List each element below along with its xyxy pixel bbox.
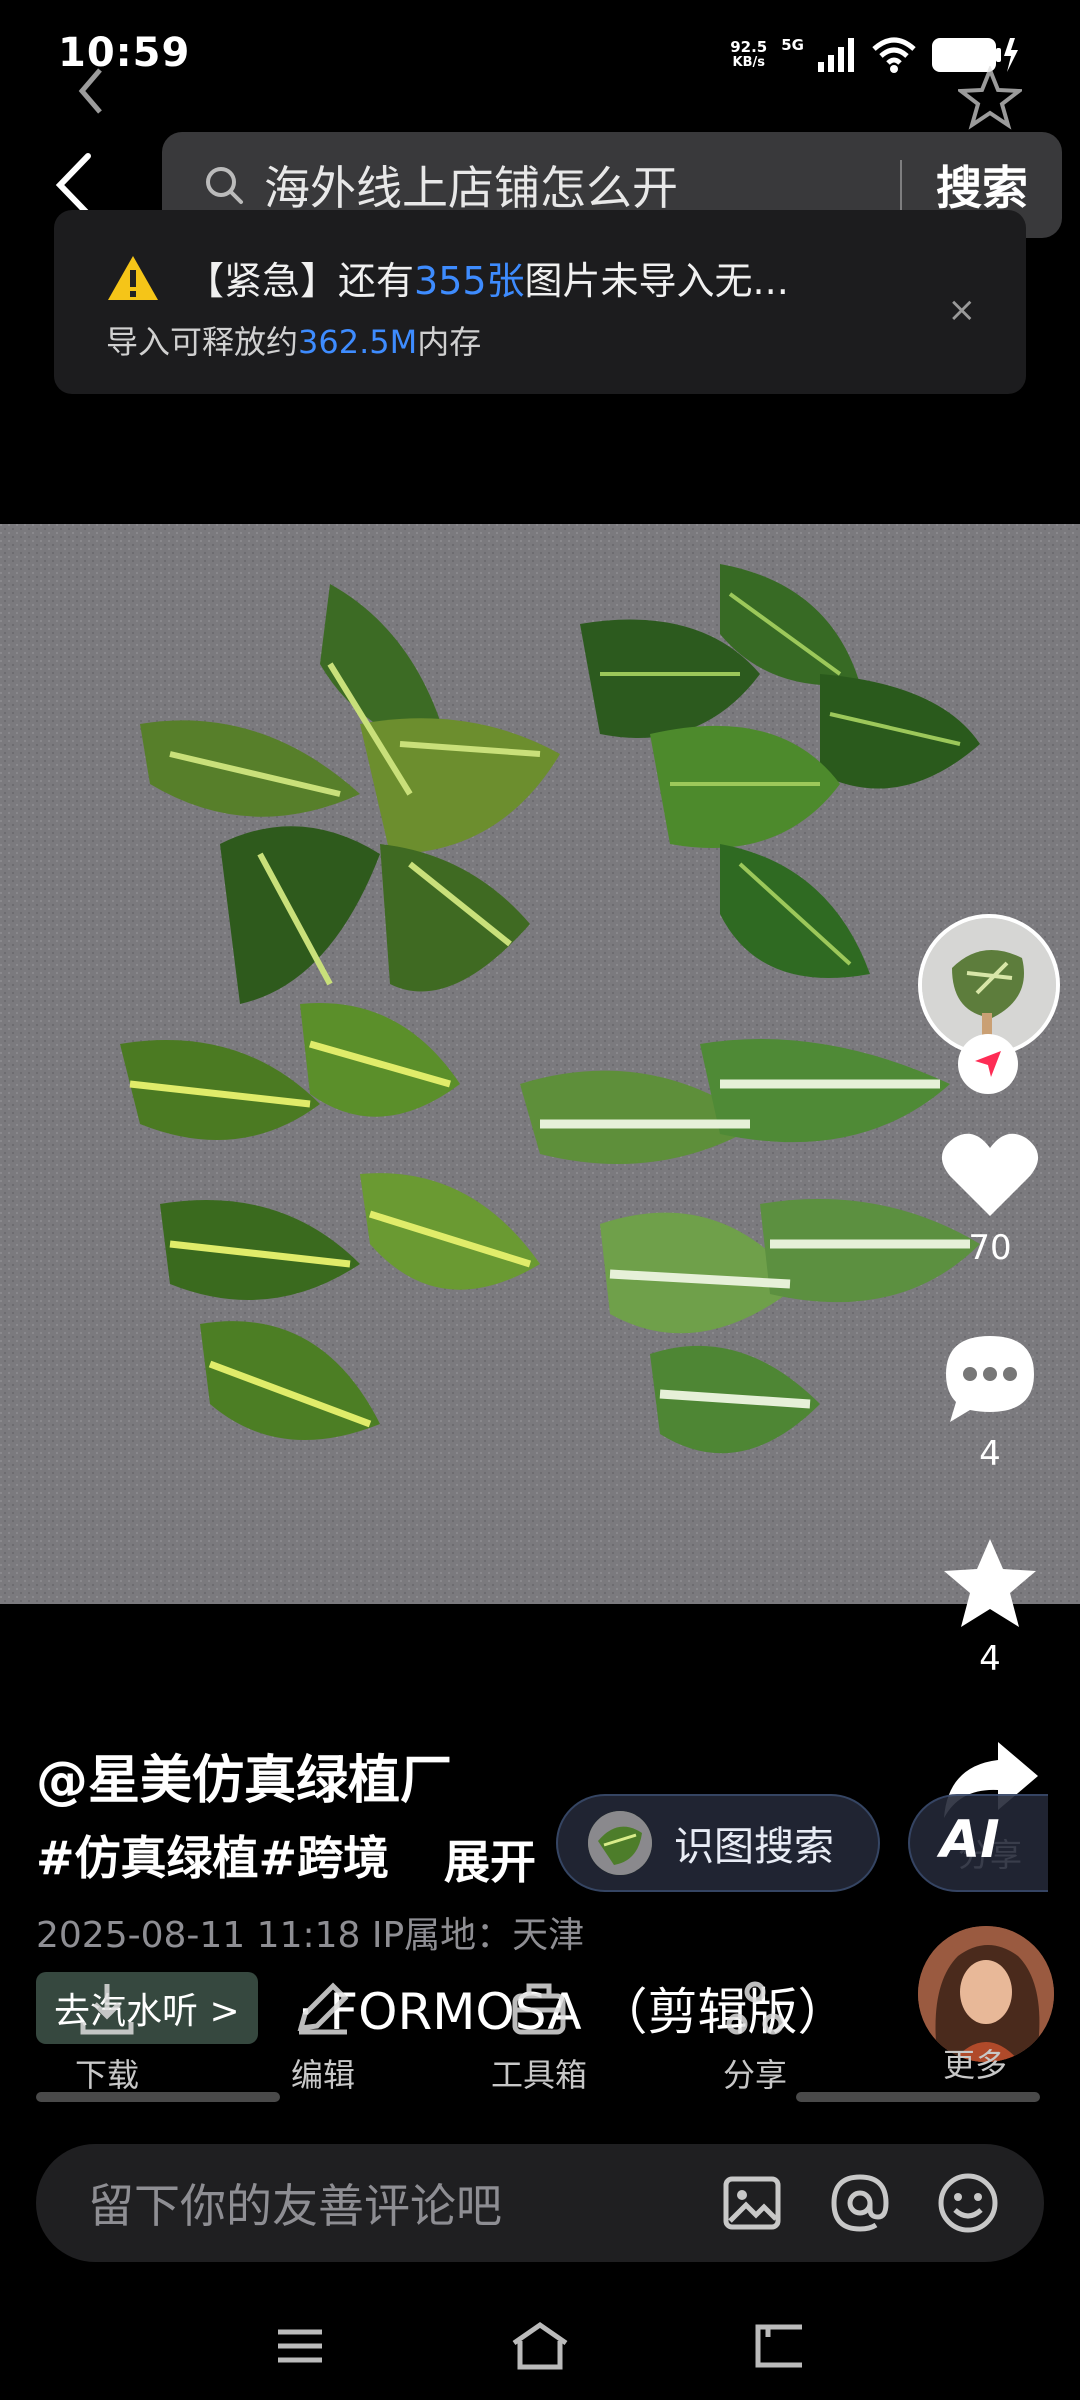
home-icon (512, 2321, 568, 2370)
at-sign-icon (831, 2174, 889, 2232)
edit-pencil-icon (297, 1982, 349, 2035)
network-speed: 92.5 KB/s (730, 39, 767, 71)
author-avatar-image (922, 918, 1056, 1052)
signal-type-label: 5G (781, 36, 804, 54)
notification-title-prefix: 【紧急】还有 (186, 259, 415, 303)
search-input[interactable]: 海外线上店铺怎么开 (264, 152, 900, 218)
smiley-icon (938, 2173, 998, 2233)
star-icon (944, 1539, 1036, 1627)
edit-tool[interactable]: 编辑 (248, 1980, 398, 2096)
like-count: 70 (968, 1228, 1012, 1268)
system-nav-bar (0, 2290, 1080, 2400)
follow-button[interactable] (958, 1034, 1018, 1094)
toolbox-icon (512, 1983, 566, 2035)
comment-button[interactable]: 4 (930, 1330, 1050, 1474)
heart-icon (941, 1133, 1039, 1216)
favorite-count: 4 (979, 1639, 1001, 1679)
return-icon (755, 2324, 802, 2368)
star-outline-icon (958, 66, 1022, 130)
post-image[interactable] (0, 524, 1080, 1604)
close-icon[interactable]: × (948, 290, 977, 330)
search-icon (206, 167, 243, 204)
expand-button[interactable]: 展开 (444, 1826, 536, 1892)
plant-thumbnail (588, 1811, 652, 1875)
emoji-button[interactable] (936, 2171, 1000, 2235)
like-button[interactable]: 70 (930, 1130, 1050, 1268)
image-search-label: 识图搜索 (674, 1824, 834, 1870)
more-label: 更多 (942, 2046, 1007, 2084)
author-name[interactable]: @星美仿真绿植厂 (36, 1738, 452, 1813)
network-speed-value: 92.5 (730, 38, 768, 56)
plant-photo (0, 524, 1080, 1604)
menu-icon (278, 2329, 322, 2363)
chevron-left-icon (78, 68, 102, 114)
notification-title-suffix: 图片未导入无... (524, 259, 789, 303)
download-label: 下载 (74, 2056, 139, 2094)
search-button[interactable]: 搜索 (902, 152, 1062, 218)
download-tool[interactable]: 下载 (32, 1980, 182, 2096)
post-meta: 2025-08-11 11:18 IP属地：天津 (36, 1915, 585, 1956)
download-icon (80, 1984, 134, 2035)
edit-label: 编辑 (290, 2056, 355, 2094)
follow-arrow-icon (975, 1051, 1001, 1077)
comment-input[interactable]: 留下你的友善评论吧 (88, 2170, 720, 2236)
comment-bubble-icon (946, 1336, 1034, 1422)
toolbox-label: 工具箱 (490, 2056, 587, 2094)
share-tool-label: 分享 (722, 2056, 787, 2094)
hashtags[interactable]: #仿真绿植#跨境 (36, 1822, 389, 1888)
ai-label: AI (940, 1810, 1000, 1870)
status-bar: 10:59 92.5 KB/s 5G (0, 0, 1080, 80)
system-back-button[interactable] (750, 2316, 810, 2376)
toolbar-divider (36, 2092, 280, 2102)
mention-button[interactable] (828, 2171, 892, 2235)
notification-size: 362.5M (298, 323, 418, 361)
image-search-button[interactable]: 识图搜索 (556, 1794, 880, 1892)
image-picker-button[interactable] (720, 2171, 784, 2235)
more-tool[interactable]: 更多 (900, 2030, 1050, 2086)
signal-icon (818, 38, 854, 72)
share-nodes-icon (726, 1981, 784, 2035)
ai-button[interactable]: AI (908, 1794, 1048, 1892)
cleanup-notification[interactable]: 【紧急】还有 355张 图片未导入无... 导入可释放约362.5M内存 × (54, 210, 1026, 394)
comment-input-bar[interactable]: 留下你的友善评论吧 (36, 2144, 1044, 2262)
comment-count: 4 (979, 1434, 1001, 1474)
back-arrow-icon (55, 153, 91, 217)
network-speed-unit: KB/s (732, 55, 765, 70)
notification-body-prefix: 导入可释放约 (106, 323, 299, 361)
notification-count: 355张 (414, 259, 525, 303)
favorite-button[interactable]: 4 (930, 1535, 1050, 1679)
warning-icon (108, 255, 158, 300)
recent-apps-button[interactable] (270, 2316, 330, 2376)
home-button[interactable] (510, 2316, 570, 2376)
wifi-icon (872, 37, 916, 73)
image-icon (723, 2176, 781, 2230)
image-search-thumbnail (588, 1811, 652, 1875)
action-toolbar: 下载 编辑 工具箱 分享 更多 (0, 1970, 1080, 2100)
toolbar-divider (796, 2092, 1040, 2102)
toolbox-tool[interactable]: 工具箱 (464, 1980, 614, 2096)
share-tool[interactable]: 分享 (680, 1980, 830, 2096)
notification-body-suffix: 内存 (417, 323, 482, 361)
